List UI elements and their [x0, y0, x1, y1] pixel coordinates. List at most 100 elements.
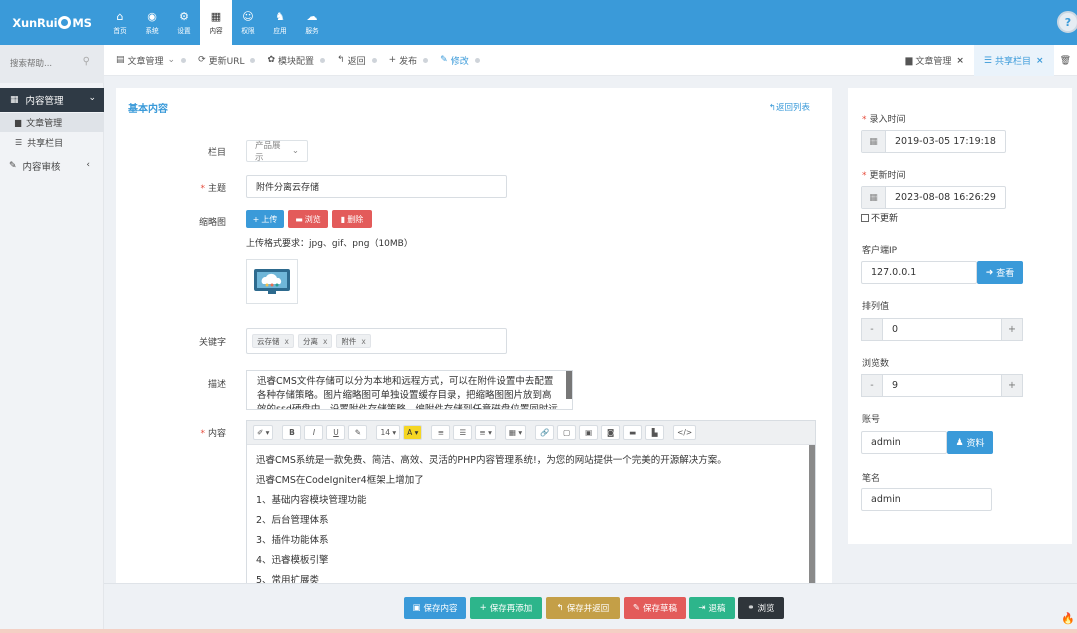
plus-icon[interactable]: + [1001, 319, 1022, 340]
separator-dot [181, 57, 187, 63]
hr-tool[interactable]: ▬ [623, 425, 643, 440]
italic-tool[interactable]: I [304, 425, 324, 440]
subject-input[interactable]: 附件分离云存储 [246, 175, 507, 198]
sidebar-item-label: 内容审核 [22, 162, 61, 173]
save-and-add-button[interactable]: + 保存再添加 [470, 597, 542, 619]
font-size-tool[interactable]: 14 ▾ [376, 425, 401, 440]
trash-icon[interactable]: 🗑 [1054, 45, 1077, 76]
tab-shared-columns[interactable]: ☰ 共享栏目 × [973, 45, 1054, 76]
keywords-input[interactable]: 云存储 x 分离 x 附件 x [246, 328, 507, 354]
calendar-icon[interactable]: ▦ [862, 131, 886, 152]
description-textarea[interactable]: 迅睿CMS文件存储可以分为本地和远程方式，可以在附件设置中去配置各种存储策略。图… [246, 370, 573, 410]
back-to-list-link[interactable]: ↰返回列表 [769, 101, 810, 113]
updated-time-input[interactable]: ▦ 2023-08-08 16:26:29 [861, 186, 1006, 209]
table-tool[interactable]: ▦ ▾ [504, 425, 527, 440]
file-icon: ▆ [15, 118, 22, 127]
nav-content[interactable]: ▦ 内容 [200, 0, 232, 45]
required-mark: * [862, 171, 867, 181]
created-time-label-text: 录入时间 [869, 115, 906, 125]
thumbnail-preview[interactable] [246, 259, 298, 304]
browse-button[interactable]: ▬ 浏览 [288, 210, 328, 228]
avatar[interactable]: ? [1057, 11, 1077, 33]
frame-tool[interactable]: ▢ [557, 425, 577, 440]
separator-dot [250, 57, 256, 63]
video-tool[interactable]: ◙ [601, 425, 621, 440]
breadcrumb-back[interactable]: ↰ 返回 [337, 54, 377, 67]
chevron-down-icon: ⌄ [88, 93, 96, 103]
no-update-checkbox[interactable] [861, 213, 869, 222]
fire-icon[interactable]: 🔥 [1061, 612, 1075, 625]
author-label-text: 笔名 [862, 474, 881, 484]
order-stepper[interactable]: -0 + [861, 318, 1023, 341]
font-color-tool[interactable]: A ▾ [403, 425, 423, 440]
upload-button-label: 上传 [261, 214, 278, 224]
nav-apps[interactable]: ♞ 应用 [264, 0, 296, 45]
sidebar-item-articles[interactable]: ▆ 文章管理 [0, 113, 104, 132]
client-ip-input[interactable]: 127.0.0.1 [861, 261, 977, 284]
category-select[interactable]: 产品展示 ⌄ [246, 140, 308, 163]
sidebar-item-content-audit[interactable]: ✎ 内容审核 ‹ [0, 155, 104, 177]
profile-button[interactable]: ♟ 资料 [947, 431, 993, 454]
author-input[interactable]: admin [861, 488, 992, 511]
scrollbar[interactable] [809, 445, 815, 587]
remove-icon[interactable]: x [361, 337, 365, 346]
sidebar-search: ⚲ [0, 45, 104, 83]
created-time-label: * 录入时间 [862, 112, 906, 125]
close-icon[interactable]: × [956, 56, 964, 66]
content-line: 迅睿CMS系统是一款免费、简洁、高效、灵活的PHP内容管理系统!，为您的网站提供… [256, 455, 727, 466]
delete-button[interactable]: ▮ 删除 [332, 210, 372, 228]
save-and-return-button[interactable]: ↰ 保存并返回 [546, 597, 620, 619]
bold-tool[interactable]: B [282, 425, 302, 440]
nav-services[interactable]: ☁ 服务 [296, 0, 328, 45]
save-button-label: 保存内容 [423, 604, 458, 614]
calendar-icon[interactable]: ▦ [862, 187, 886, 208]
nav-permissions[interactable]: ☺ 权限 [232, 0, 264, 45]
sidebar-item-content-management[interactable]: ▦ 内容管理 ⌄ [0, 88, 104, 112]
no-update-checkbox-row[interactable]: 不更新 [861, 211, 898, 224]
underline-tool[interactable]: U [326, 425, 346, 440]
eraser-tool[interactable]: ✎ [348, 425, 368, 440]
image-tool[interactable]: ▣ [579, 425, 599, 440]
view-ip-button[interactable]: ➜ 查看 [977, 261, 1023, 284]
file-tool[interactable]: ▙ [645, 425, 665, 440]
minus-icon[interactable]: - [862, 319, 883, 340]
plus-icon[interactable]: + [1001, 375, 1022, 396]
tab-articles[interactable]: ▆ 文章管理 × [895, 45, 973, 76]
app-logo[interactable]: XunRui MS [0, 0, 104, 45]
sidebar-item-shared-columns[interactable]: ☰ 共享栏目 [0, 133, 104, 152]
style-tool[interactable]: ✐ ▾ [253, 425, 274, 440]
account-input[interactable]: admin [861, 431, 947, 454]
breadcrumb-module-config[interactable]: ✿ 模块配置 [267, 54, 326, 67]
file-icon: ▆ [905, 55, 913, 66]
link-tool[interactable]: 🔗 [535, 425, 555, 440]
remove-icon[interactable]: x [323, 337, 327, 346]
save-button[interactable]: ▣ 保存内容 [404, 597, 466, 619]
plus-icon: + [388, 55, 397, 65]
views-stepper[interactable]: -9 + [861, 374, 1023, 397]
align-tool[interactable]: ≡ ▾ [475, 425, 496, 440]
minus-icon[interactable]: - [862, 375, 883, 396]
unordered-list-tool[interactable]: ≡ [431, 425, 451, 440]
created-time-input[interactable]: ▦ 2019-03-05 17:19:18 [861, 130, 1006, 153]
remove-icon[interactable]: x [285, 337, 289, 346]
breadcrumb-edit[interactable]: ✎ 修改 [440, 54, 480, 67]
upload-button[interactable]: + 上传 [246, 210, 284, 228]
preview-button[interactable]: ⚭ 浏览 [738, 597, 784, 619]
code-view-tool[interactable]: </> [673, 425, 697, 440]
breadcrumb-articles[interactable]: ▤ 文章管理 ⌄ [116, 54, 187, 67]
editor-body[interactable]: 迅睿CMS系统是一款免费、简洁、高效、灵活的PHP内容管理系统!，为您的网站提供… [247, 445, 815, 587]
scrollbar[interactable] [566, 371, 572, 399]
subject-label-text: 主题 [207, 184, 226, 194]
content-label-text: 内容 [207, 429, 226, 439]
nav-system[interactable]: ◉ 系统 [136, 0, 168, 45]
exit-button[interactable]: ⇥ 退稿 [689, 597, 735, 619]
breadcrumb-publish[interactable]: + 发布 [389, 54, 429, 67]
nav-home[interactable]: ⌂ 首页 [104, 0, 136, 45]
search-icon[interactable]: ⚲ [83, 56, 90, 67]
close-icon[interactable]: × [1036, 56, 1044, 66]
nav-label: 权限 [241, 26, 255, 35]
ordered-list-tool[interactable]: ☰ [453, 425, 473, 440]
nav-settings[interactable]: ⚙ 设置 [168, 0, 200, 45]
save-draft-button[interactable]: ✎ 保存草稿 [624, 597, 686, 619]
breadcrumb-update-url[interactable]: ⟳ 更新URL [198, 54, 256, 67]
